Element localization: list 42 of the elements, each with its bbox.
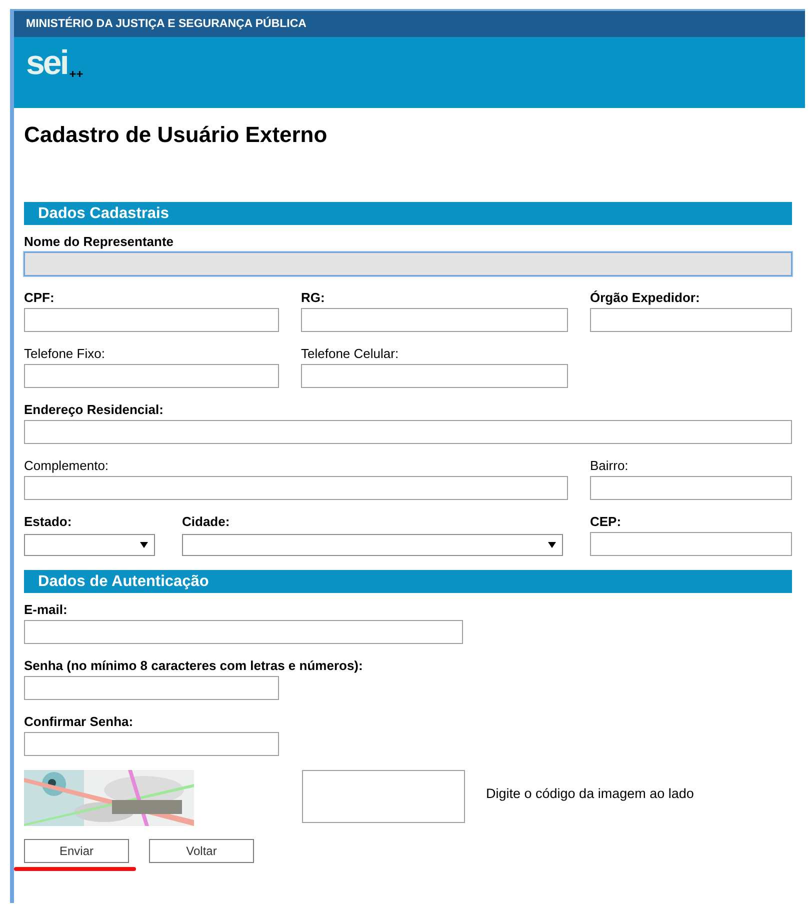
input-field[interactable]	[590, 476, 792, 500]
dropdown-field[interactable]	[182, 534, 563, 556]
field-label: Confirmar Senha:	[24, 714, 134, 731]
field-label: Senha (no mínimo 8 caracteres com letras e números):	[24, 658, 363, 675]
input-field[interactable]	[301, 308, 568, 332]
input-field[interactable]	[24, 476, 568, 500]
input-field[interactable]	[24, 308, 279, 332]
field-label: Telefone Fixo:	[24, 346, 105, 363]
dropdown-field[interactable]	[24, 534, 155, 556]
logo-suffix: ++	[69, 67, 84, 81]
field-label: Endereço Residencial:	[24, 402, 164, 419]
input-field[interactable]	[24, 364, 279, 388]
input-field[interactable]	[590, 532, 792, 556]
field-label: Bairro:	[590, 458, 628, 475]
input-field[interactable]	[24, 620, 463, 644]
logo: sei	[26, 45, 68, 81]
field-label: Estado:	[24, 514, 72, 531]
field-label: RG:	[301, 290, 325, 307]
form-button[interactable]: Voltar	[149, 839, 254, 863]
caret-icon	[548, 542, 556, 548]
page-title: Cadastro de Usuário Externo	[24, 122, 328, 148]
section-title: Dados de Autenticação	[38, 572, 209, 590]
input-field[interactable]	[24, 252, 792, 276]
ministry-name: MINISTÉRIO DA JUSTIÇA E SEGURANÇA PÚBLICA	[26, 18, 306, 30]
field-label: Cidade:	[182, 514, 230, 531]
input-field[interactable]	[590, 308, 792, 332]
field-label: E-mail:	[24, 602, 68, 619]
input-field[interactable]	[24, 732, 279, 756]
field-label: Complemento:	[24, 458, 109, 475]
field-label: CPF:	[24, 290, 54, 307]
caret-icon	[140, 542, 148, 548]
field-label: Nome do Representante	[24, 234, 174, 251]
form-button[interactable]: Enviar	[24, 839, 129, 863]
input-field[interactable]	[24, 420, 792, 444]
input-field[interactable]	[301, 364, 568, 388]
section-title: Dados Cadastrais	[38, 204, 169, 222]
captcha-input[interactable]	[302, 770, 465, 823]
field-label: Telefone Celular:	[301, 346, 399, 363]
field-label: CEP:	[590, 514, 622, 531]
input-field[interactable]	[24, 676, 279, 700]
field-label: Órgão Expedidor:	[590, 290, 700, 307]
captcha-hint: Digite o código da imagem ao lado	[486, 786, 694, 801]
